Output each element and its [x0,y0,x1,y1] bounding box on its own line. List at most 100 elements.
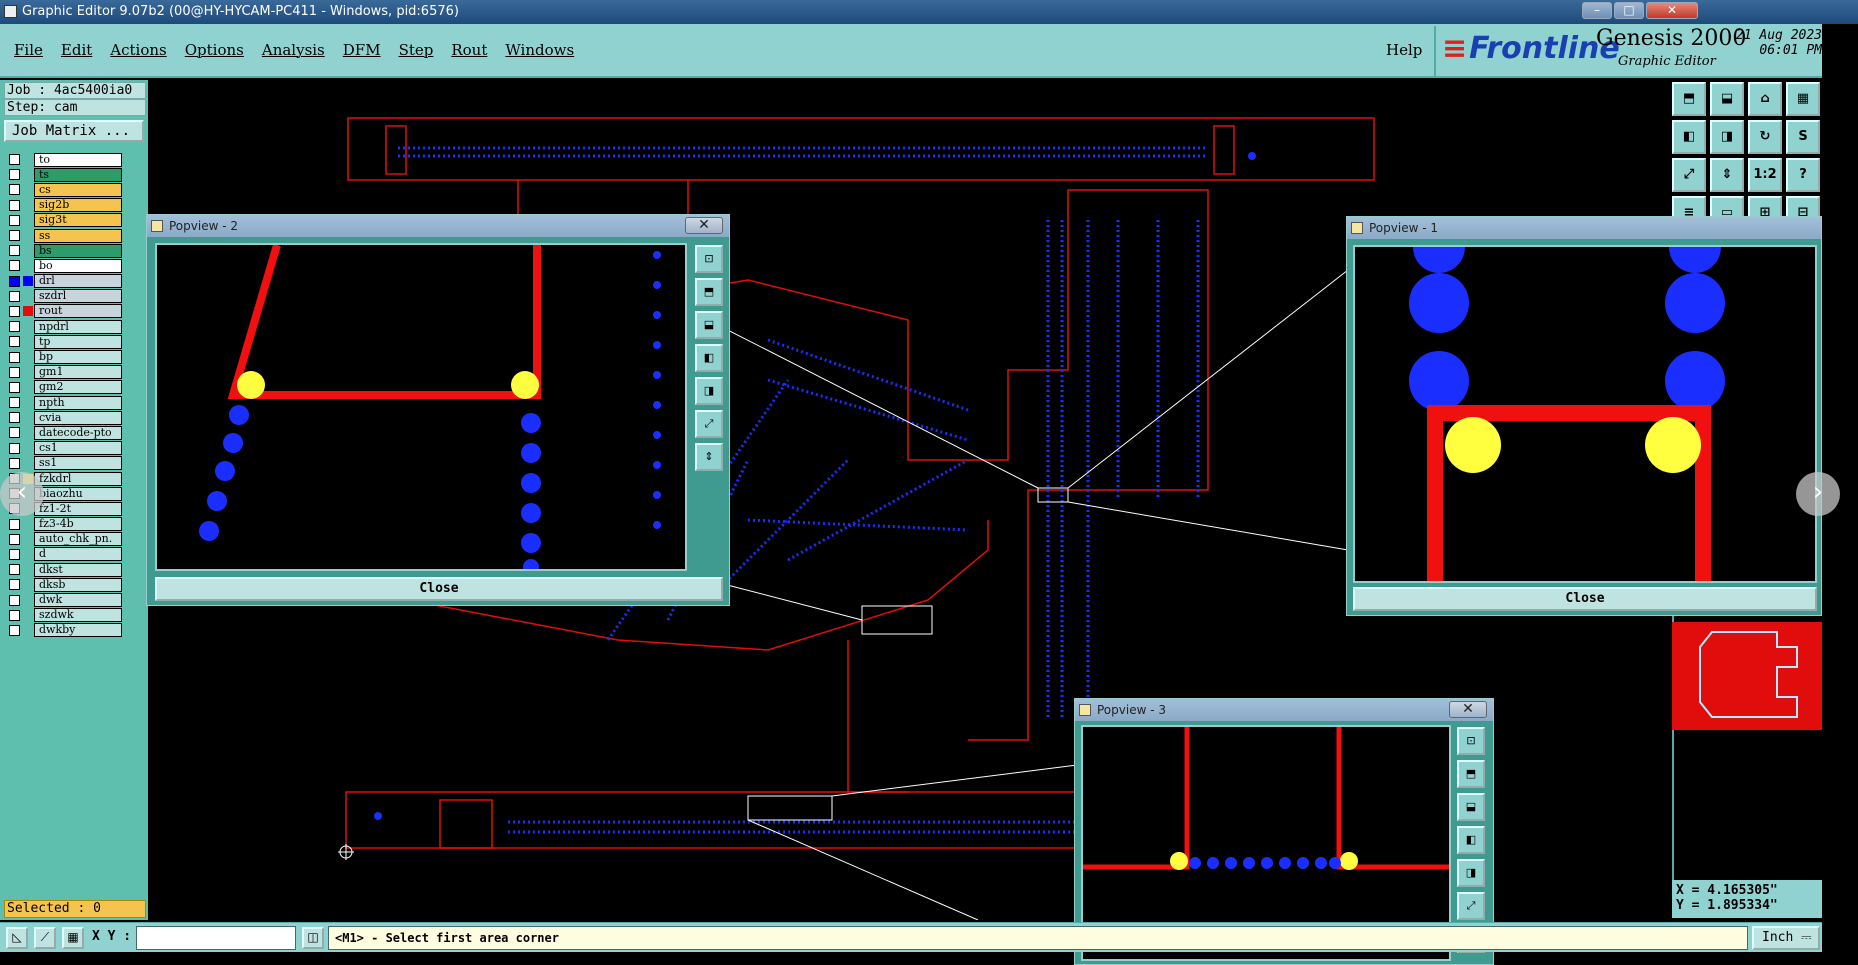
menu-options[interactable]: Options [185,41,244,59]
layer-checkbox[interactable] [9,199,20,211]
tool-button-7-icon[interactable]: ↻ [1748,120,1782,154]
layer-checkbox[interactable] [9,351,20,363]
layer-row-ts[interactable]: ts [4,167,122,182]
menu-dfm[interactable]: DFM [343,41,381,59]
tool-button-11-icon[interactable]: 1:2 [1748,158,1782,192]
layer-checkbox[interactable] [9,609,20,621]
layer-row-auto_chk_pn.[interactable]: auto_chk_pn. [4,532,122,547]
layer-name[interactable]: ss1 [34,456,122,471]
close-window-button[interactable]: ✕ [1646,2,1698,19]
layer-name[interactable]: bp [34,350,122,365]
popview-tool-3-icon[interactable]: ⬓ [695,311,723,339]
layer-name[interactable]: drl [34,274,122,289]
menu-analysis[interactable]: Analysis [262,41,325,59]
layer-name[interactable]: szdrl [34,289,122,304]
layer-checkbox[interactable] [9,442,20,454]
layer-name[interactable]: to [34,152,122,167]
popview-2-close-icon[interactable]: ✕ [685,217,723,234]
layer-row-szdwk[interactable]: szdwk [4,608,122,623]
layer-row-datecode-pto[interactable]: datecode-pto [4,425,122,440]
step-thumbnail[interactable] [1672,622,1822,730]
layer-name[interactable]: sig3t [34,213,122,228]
layer-row-ss1[interactable]: ss1 [4,456,122,471]
layer-row-npdrl[interactable]: npdrl [4,319,122,334]
layer-checkbox[interactable] [9,397,20,409]
grid-icon[interactable]: ▦ [62,927,84,949]
popview-tool-5-icon[interactable]: ◨ [695,377,723,405]
popview-1-view[interactable] [1353,221,1817,583]
layer-checkbox[interactable] [9,579,20,591]
tool-button-8-icon[interactable]: S [1786,120,1820,154]
layer-checkbox[interactable] [9,214,20,226]
layer-row-sig2b[interactable]: sig2b [4,198,122,213]
layer-checkbox[interactable] [9,594,20,606]
popview-tool-1-icon[interactable]: ⊡ [1457,727,1485,755]
menu-windows[interactable]: Windows [505,41,574,59]
layer-row-ss[interactable]: ss [4,228,122,243]
menu-rout[interactable]: Rout [451,41,487,59]
layer-name[interactable]: szdwk [34,608,122,623]
layer-name[interactable]: bo [34,258,122,273]
layer-row-bs[interactable]: bs [4,243,122,258]
layer-row-dwk[interactable]: dwk [4,592,122,608]
tool-button-12-icon[interactable]: ? [1786,158,1820,192]
prev-image-button[interactable]: ‹ [0,472,44,516]
menu-step[interactable]: Step [399,41,434,59]
layer-checkbox[interactable] [9,412,20,424]
layer-row-to[interactable]: to [4,152,122,167]
measure-icon[interactable]: ⟋ [34,927,56,949]
layer-name[interactable]: npth [34,395,122,410]
layer-row-tp[interactable]: tp [4,334,122,349]
layer-name[interactable]: auto_chk_pn. [34,532,122,547]
tool-button-10-icon[interactable]: ⇕ [1710,158,1744,192]
popview-tool-2-icon[interactable]: ⬒ [1457,760,1485,788]
layer-checkbox[interactable] [9,230,20,242]
layer-checkbox[interactable] [9,564,20,576]
popview-tool-1-icon[interactable]: ⊡ [695,245,723,273]
layer-name[interactable]: cs [34,182,122,197]
tool-button-6-icon[interactable]: ◨ [1710,120,1744,154]
layer-row-szdrl[interactable]: szdrl [4,289,122,304]
popview-tool-4-icon[interactable]: ◧ [695,344,723,372]
layer-name[interactable]: npdrl [34,319,122,334]
layer-row-drl[interactable]: drl [4,274,122,289]
layer-checkbox[interactable] [9,548,20,560]
tool-button-2-icon[interactable]: ⬓ [1710,82,1744,116]
layer-name[interactable]: cs1 [34,441,122,456]
layer-row-cs[interactable]: cs [4,182,122,197]
toggle-icon[interactable]: ◫ [302,927,324,949]
layer-row-dkst[interactable]: dkst [4,562,122,577]
layer-row-dwkby[interactable]: dwkby [4,623,122,638]
popview-tool-2-icon[interactable]: ⬒ [695,278,723,306]
layer-row-fz3-4b[interactable]: fz3-4b [4,517,122,532]
menu-actions[interactable]: Actions [110,41,166,59]
popview-2-close-button[interactable]: Close [155,577,723,601]
layer-name[interactable]: rout [34,304,122,319]
layer-checkbox[interactable] [9,321,20,333]
layer-row-npth[interactable]: npth [4,395,122,410]
layer-checkbox[interactable] [9,305,20,317]
popview-tool-7-icon[interactable]: ⇕ [695,443,723,471]
popview-3-close-icon[interactable]: ✕ [1449,701,1487,718]
layer-checkbox[interactable] [9,169,20,181]
xy-input[interactable] [136,926,296,950]
layer-name[interactable]: fz3-4b [34,517,122,532]
tool-button-4-icon[interactable]: ▦ [1786,82,1820,116]
layer-name[interactable]: cvia [34,410,122,425]
layer-name[interactable]: ts [34,167,122,182]
layer-row-sig3t[interactable]: sig3t [4,213,122,228]
layer-checkbox[interactable] [9,275,20,287]
next-image-button[interactable]: › [1796,472,1840,516]
popview-tool-3-icon[interactable]: ⬓ [1457,793,1485,821]
layer-name[interactable]: biaozhu [34,486,122,501]
layer-checkbox[interactable] [9,518,20,530]
layer-row-rout[interactable]: rout [4,304,122,319]
tool-button-9-icon[interactable]: ⤢ [1672,158,1706,192]
maximize-button[interactable]: □ [1614,2,1644,19]
popview-tool-6-icon[interactable]: ⤢ [695,410,723,438]
layer-checkbox[interactable] [9,427,20,439]
popview-tool-5-icon[interactable]: ◨ [1457,859,1485,887]
layer-name[interactable]: d [34,547,122,562]
minimize-button[interactable]: – [1582,2,1612,19]
layer-checkbox[interactable] [9,533,20,545]
